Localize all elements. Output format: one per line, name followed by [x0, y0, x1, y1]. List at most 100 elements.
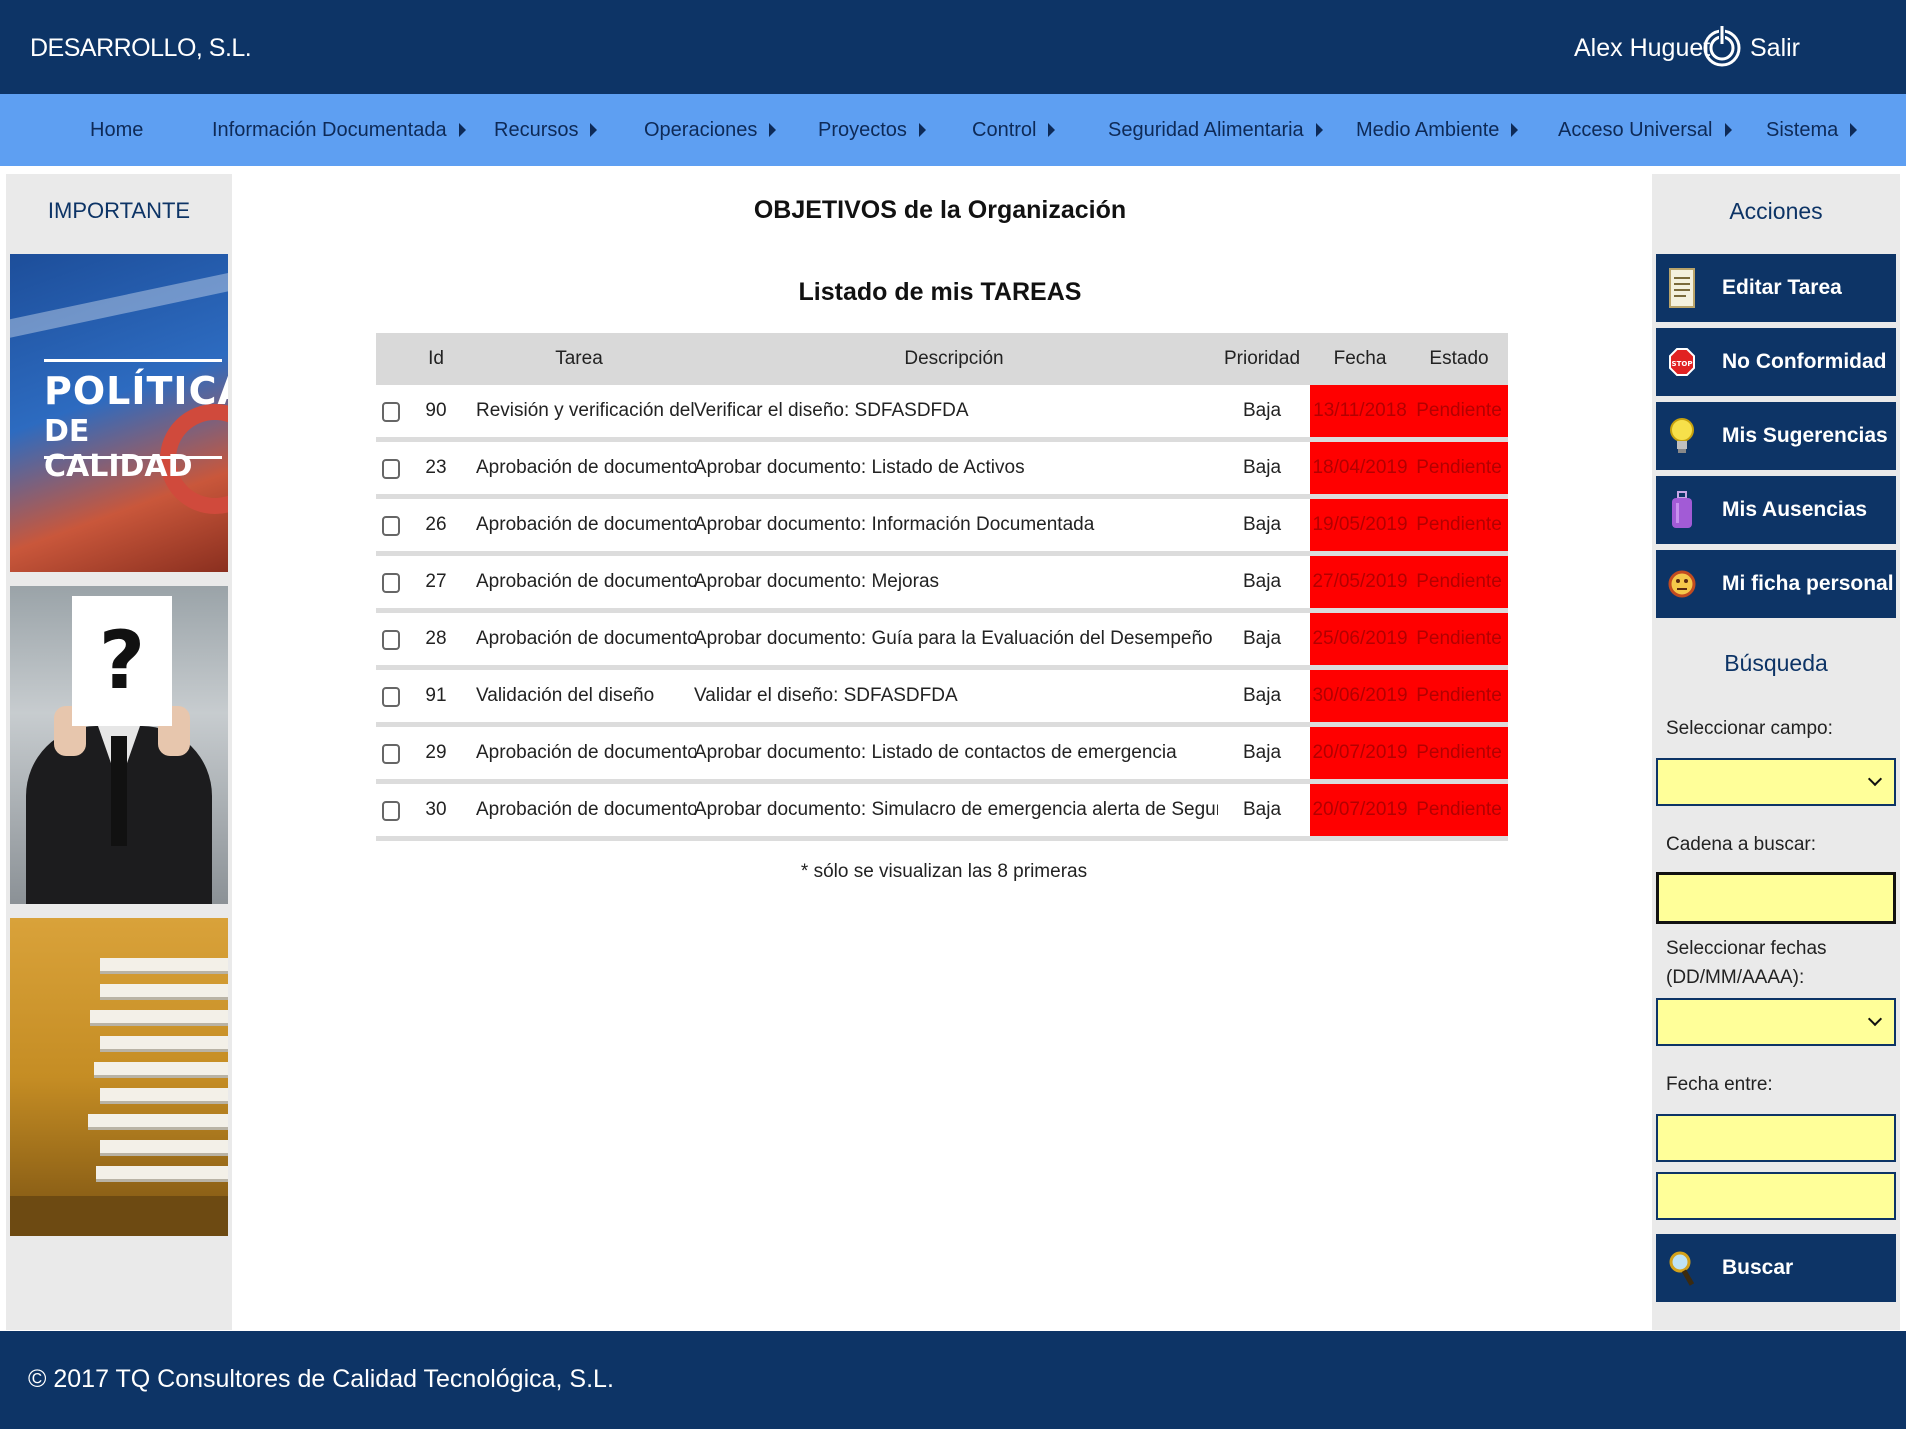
field-select[interactable] — [1656, 758, 1896, 806]
quality-policy-banner[interactable]: POLÍTICA DE CALIDAD — [10, 254, 228, 572]
nav-control[interactable]: Control — [972, 94, 1056, 166]
banner-stripe — [10, 265, 228, 341]
banner-line-1: POLÍTICA — [44, 369, 228, 413]
cell-fecha: 25/06/2019 — [1310, 613, 1410, 665]
nav-sistema[interactable]: Sistema — [1766, 94, 1858, 166]
nav-informacion-documentada[interactable]: Información Documentada — [212, 94, 466, 166]
cell-prioridad: Baja — [1242, 628, 1282, 649]
row-checkbox[interactable] — [382, 459, 400, 479]
caret-right-icon — [1511, 123, 1519, 137]
nav-acceso-universal[interactable]: Acceso Universal — [1558, 94, 1732, 166]
caret-right-icon — [1850, 123, 1858, 137]
date-to-input[interactable] — [1656, 1172, 1896, 1220]
cell-fecha: 20/07/2019 — [1310, 727, 1410, 779]
nav-label: Información Documentada — [212, 119, 447, 141]
action-label: Buscar — [1722, 1256, 1794, 1279]
nav-recursos[interactable]: Recursos — [494, 94, 598, 166]
faq-banner[interactable]: ? — [10, 586, 228, 904]
row-checkbox[interactable] — [382, 744, 400, 764]
nav-label: Recursos — [494, 119, 579, 141]
action-label: Mi ficha personal — [1722, 572, 1894, 595]
actions-title: Acciones — [1729, 198, 1823, 224]
person-tie — [111, 736, 127, 846]
nav-home[interactable]: Home — [90, 94, 143, 166]
user-name[interactable]: Alex Huguet — [1574, 34, 1710, 63]
footer: © 2017 TQ Consultores de Calidad Tecnoló… — [0, 1331, 1906, 1429]
table-row[interactable]: 29 Aprobación de documentos Aprobar docume… — [376, 727, 1508, 784]
question-mark-icon: ? — [72, 596, 172, 726]
table-row[interactable]: 28 Aprobación de documentos Aprobar docume… — [376, 613, 1508, 670]
paper-sheet — [100, 1088, 228, 1104]
table-row[interactable]: 27 Aprobación de documentos Aprobar docume… — [376, 556, 1508, 613]
edit-task-button[interactable]: Editar Tarea — [1656, 254, 1896, 322]
paper-sheet — [100, 984, 228, 1000]
table-row[interactable]: 90 Revisión y verificación del diseñoVeri… — [376, 385, 1508, 442]
caret-right-icon — [1724, 123, 1732, 137]
row-checkbox[interactable] — [382, 801, 400, 821]
caret-right-icon — [1315, 123, 1323, 137]
cell-fecha: 27/05/2019 — [1310, 556, 1410, 608]
cell-fecha: 20/07/2019 — [1310, 784, 1410, 836]
table-header: Id Tarea Descripción Prioridad Fecha Est… — [376, 333, 1508, 385]
row-checkbox[interactable] — [382, 402, 400, 422]
paper-sheet — [100, 1140, 228, 1156]
row-checkbox[interactable] — [382, 573, 400, 593]
paper-sheet — [88, 1114, 228, 1130]
cell-estado: Pendiente — [1410, 670, 1508, 722]
row-checkbox[interactable] — [382, 687, 400, 707]
personal-file-button[interactable]: Mi ficha personal — [1656, 550, 1896, 618]
table-row[interactable]: 91 Validación del diseño Validar el diseño… — [376, 670, 1508, 727]
cell-estado: Pendiente — [1410, 784, 1508, 836]
banner-line-2: DE CALIDAD — [44, 414, 193, 484]
chevron-down-icon — [1867, 1011, 1883, 1027]
cell-prioridad: Baja — [1242, 457, 1282, 478]
cell-prioridad: Baja — [1242, 685, 1282, 706]
top-header: DESARROLLO, S.L. Alex Huguet Salir — [0, 0, 1906, 94]
col-id: Id — [428, 348, 444, 369]
logout-link[interactable]: Salir — [1750, 34, 1800, 63]
nav-seguridad-alimentaria[interactable]: Seguridad Alimentaria — [1108, 94, 1323, 166]
cell-prioridad: Baja — [1242, 742, 1282, 763]
cell-descripcion: Aprobar documento: Información Documenta… — [694, 514, 1095, 535]
search-title: Búsqueda — [1724, 650, 1828, 676]
table-row[interactable]: 23 Aprobación de documentos Aprobar docume… — [376, 442, 1508, 499]
cell-descripcion: Aprobar documento: Mejoras — [694, 571, 940, 592]
date-select-label-1: Seleccionar fechas — [1666, 938, 1827, 959]
cell-estado: Pendiente — [1410, 442, 1508, 494]
power-icon[interactable] — [1702, 22, 1742, 70]
nav-medio-ambiente[interactable]: Medio Ambiente — [1356, 94, 1519, 166]
row-checkbox[interactable] — [382, 630, 400, 650]
nonconformity-button[interactable]: STOP No Conformidad — [1656, 328, 1896, 396]
suggestions-button[interactable]: Mis Sugerencias — [1656, 402, 1896, 470]
col-tarea: Tarea — [555, 348, 603, 369]
table-row[interactable]: 30 Aprobación de documentos Aprobar docume… — [376, 784, 1508, 841]
absences-button[interactable]: Mis Ausencias — [1656, 476, 1896, 544]
face-icon — [1668, 570, 1696, 598]
paper-sheet — [100, 958, 228, 974]
date-from-input[interactable] — [1656, 1114, 1896, 1162]
col-fecha: Fecha — [1333, 348, 1387, 369]
list-title: Listado de mis TAREAS — [798, 278, 1082, 306]
row-checkbox[interactable] — [382, 516, 400, 536]
table-row[interactable]: 26 Aprobación de documentos Aprobar docume… — [376, 499, 1508, 556]
date-between-label: Fecha entre: — [1666, 1074, 1773, 1095]
company-name: DESARROLLO, S.L. — [30, 34, 252, 62]
nav-operaciones[interactable]: Operaciones — [644, 94, 777, 166]
cell-fecha: 18/04/2019 — [1310, 442, 1410, 494]
documents-banner[interactable] — [10, 918, 228, 1236]
nav-proyectos[interactable]: Proyectos — [818, 94, 926, 166]
field-select-label: Seleccionar campo: — [1666, 718, 1833, 739]
cell-fecha: 19/05/2019 — [1310, 499, 1410, 551]
cell-tarea: Revisión y verificación del diseño — [476, 400, 696, 421]
cell-estado: Pendiente — [1410, 727, 1508, 779]
search-string-input[interactable] — [1656, 872, 1896, 924]
cell-descripcion: Aprobar documento: Guía para la Evaluaci… — [694, 628, 1213, 649]
search-button[interactable]: Buscar — [1656, 1234, 1896, 1302]
cell-descripcion: Aprobar documento: Simulacro de emergenc… — [694, 799, 1218, 820]
date-range-select[interactable] — [1656, 998, 1896, 1046]
col-descripcion: Descripción — [904, 348, 1004, 369]
action-label: Editar Tarea — [1722, 276, 1842, 299]
date-select-label-2: (DD/MM/AAAA): — [1666, 967, 1805, 988]
paper-sheet — [100, 1036, 228, 1052]
caret-right-icon — [769, 123, 777, 137]
